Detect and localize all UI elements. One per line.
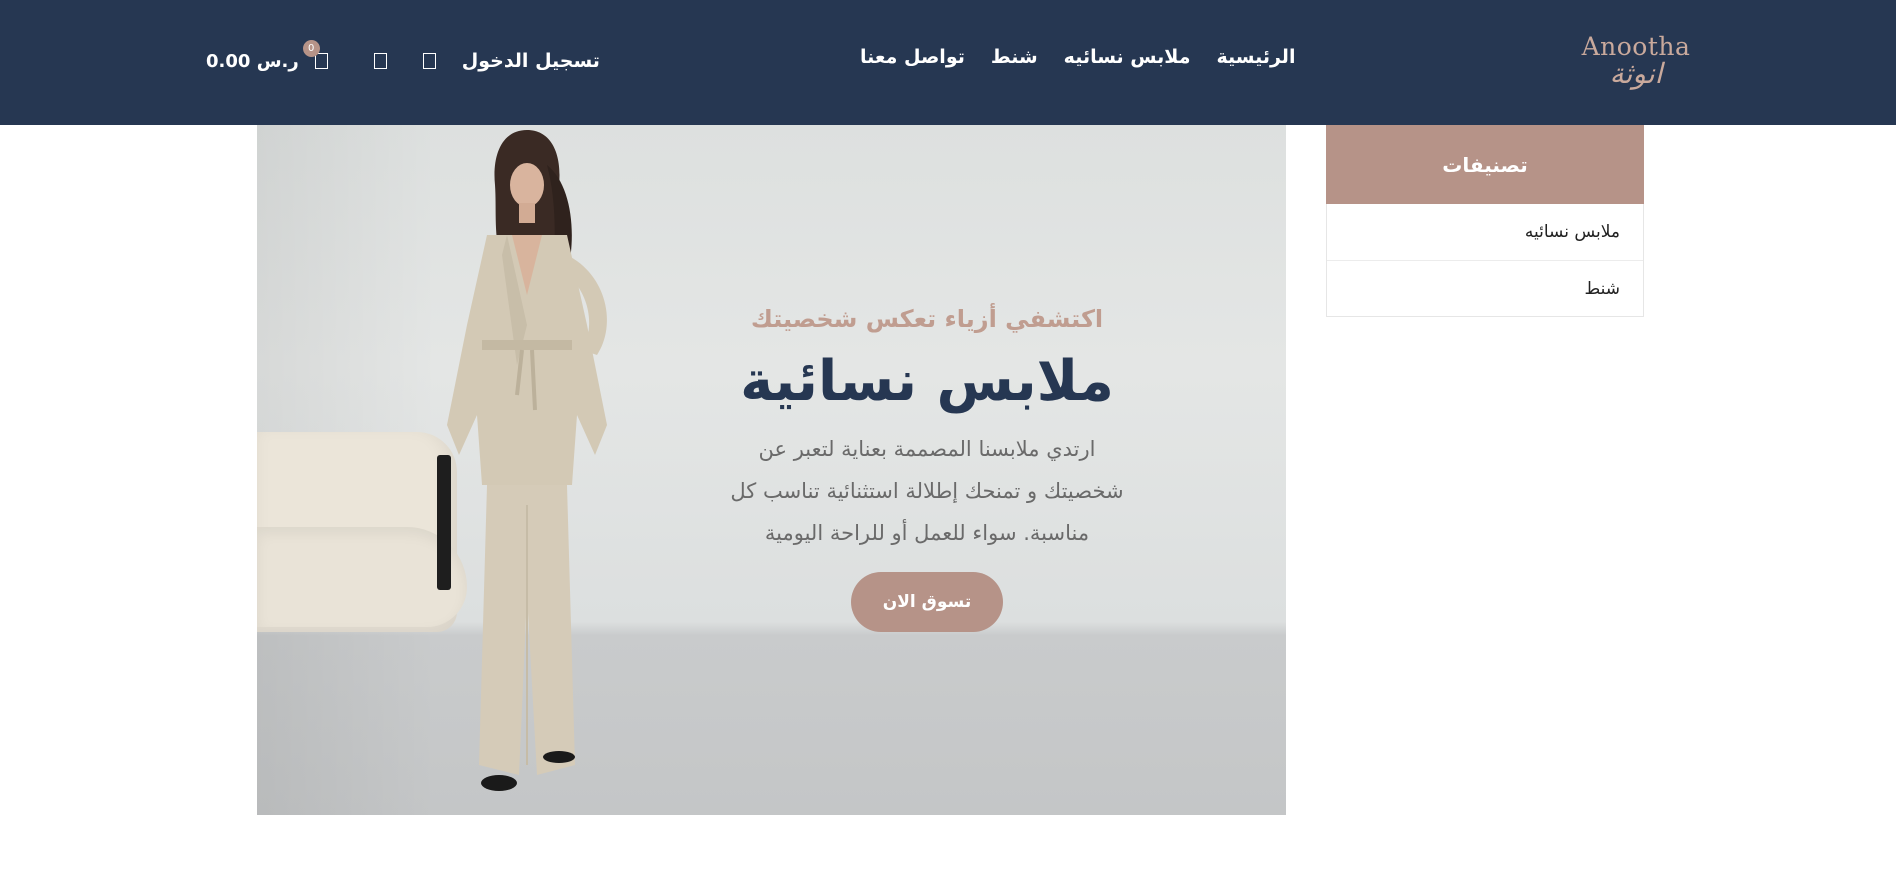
main-nav: تواصل معنا شنط ملابس نسائيه الرئيسية xyxy=(860,46,1295,68)
logo-latin-text: Anootha xyxy=(1581,32,1691,62)
wishlist-icon[interactable] xyxy=(373,53,387,69)
categories-title: تصنيفات xyxy=(1326,125,1644,204)
hero-desc-line: شخصيتك و تمنحك إطلالة استثنائية تناسب كل xyxy=(730,479,1124,503)
nav-home[interactable]: الرئيسية xyxy=(1216,46,1295,68)
nav-bags[interactable]: شنط xyxy=(991,46,1038,68)
category-item-bags[interactable]: شنط xyxy=(1327,260,1643,316)
hero-banner: اكتشفي أزياء تعكس شخصيتك ملابس نسائية ار… xyxy=(257,125,1286,815)
site-logo[interactable]: Anootha انوثة xyxy=(1576,22,1696,102)
cart-count-badge: 0 xyxy=(302,40,320,57)
search-icon[interactable] xyxy=(422,53,436,69)
login-link[interactable]: تسجيل الدخول xyxy=(462,50,600,72)
categories-list: ملابس نسائيه شنط xyxy=(1326,204,1644,317)
header-tools: 0.00 ر.س 0 تسجيل الدخول xyxy=(206,40,600,76)
hero-model-image xyxy=(437,130,607,791)
logo-arabic-text: انوثة xyxy=(1609,57,1663,91)
category-item-womens-clothing[interactable]: ملابس نسائيه xyxy=(1327,204,1643,260)
cart-icon[interactable]: 0 xyxy=(302,40,328,69)
hero-eyebrow: اكتشفي أزياء تعكس شخصيتك xyxy=(750,305,1104,333)
cart-total[interactable]: 0.00 ر.س xyxy=(206,51,299,72)
shop-now-button[interactable]: تسوق الان xyxy=(851,572,1003,632)
nav-womens-clothing[interactable]: ملابس نسائيه xyxy=(1064,46,1191,68)
hero-description: ارتدي ملابسنا المصممة بعناية لتعبر عن شخ… xyxy=(677,428,1177,554)
site-header: Anootha انوثة تواصل معنا شنط ملابس نسائي… xyxy=(0,0,1896,125)
categories-sidebar: تصنيفات ملابس نسائيه شنط xyxy=(1326,125,1644,317)
hero-desc-line: مناسبة. سواء للعمل أو للراحة اليومية xyxy=(764,521,1090,545)
hero-title: ملابس نسائية xyxy=(740,349,1114,414)
nav-contact[interactable]: تواصل معنا xyxy=(860,46,965,68)
hero-text-block: اكتشفي أزياء تعكس شخصيتك ملابس نسائية ار… xyxy=(677,305,1177,632)
hero-desc-line: ارتدي ملابسنا المصممة بعناية لتعبر عن xyxy=(758,437,1096,461)
